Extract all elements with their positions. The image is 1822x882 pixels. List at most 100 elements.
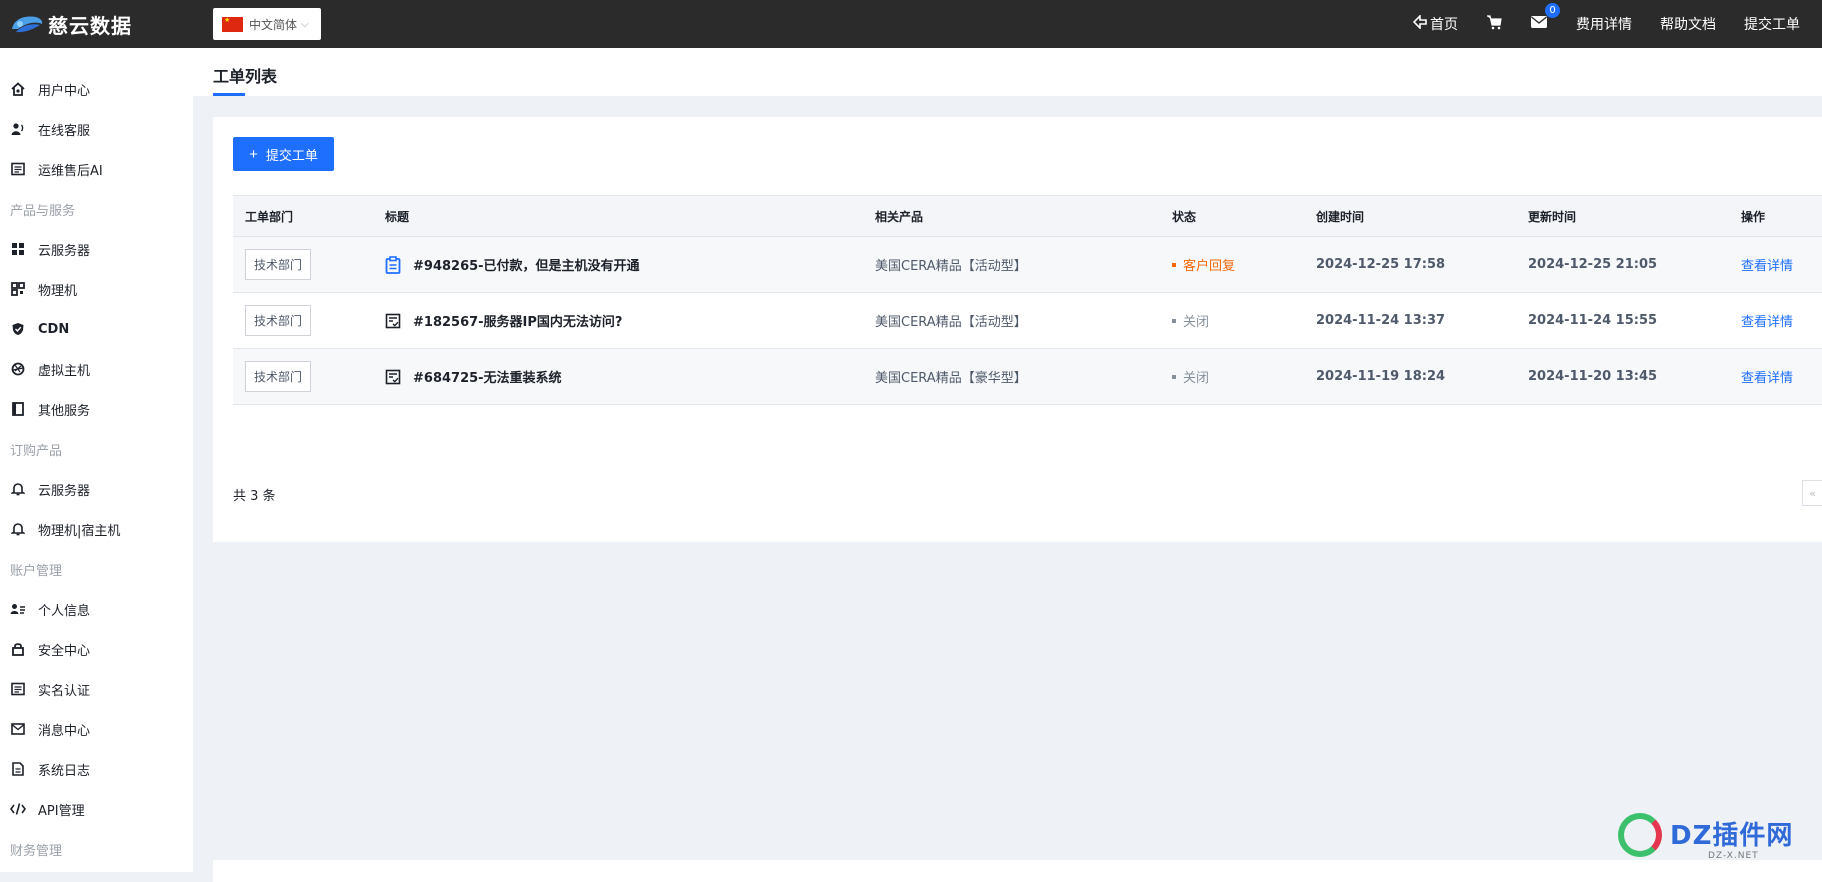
sidebar-item-label: API管理 <box>38 803 85 819</box>
sidebar-item-cdn[interactable]: CDN <box>0 309 193 349</box>
column-header-action: 操作 <box>1740 195 1822 237</box>
language-selector[interactable]: 中文简体 ⌵ <box>213 8 321 40</box>
grid-icon <box>10 241 26 257</box>
sidebar-item-label: 系统日志 <box>38 763 91 779</box>
id-card-icon <box>10 681 26 697</box>
table-row[interactable]: 技术部门 #684725-无法重装系统 美国CERA精品【豪华型】 关闭 202… <box>233 348 1822 405</box>
nav-home[interactable]: 首页 <box>1412 14 1458 34</box>
book-icon <box>10 401 26 417</box>
column-header-dept: 工单部门 <box>233 195 384 237</box>
sidebar-item-ops-ai[interactable]: 运维售后AI <box>0 149 193 189</box>
nav-help[interactable]: 帮助文档 <box>1660 14 1716 34</box>
chevron-down-icon: ⌵ <box>301 18 309 30</box>
user-card-icon <box>10 601 26 617</box>
sidebar-item-cloud-server[interactable]: 云服务器 <box>0 229 193 269</box>
sidebar-item-label: 虚拟主机 <box>38 363 91 379</box>
sidebar-item-api[interactable]: API管理 <box>0 789 193 829</box>
mail-icon <box>1530 15 1548 33</box>
ticket-title[interactable]: #684725-无法重装系统 <box>385 367 873 386</box>
nav-submit-ticket[interactable]: 提交工单 <box>1744 14 1800 34</box>
shield-icon <box>10 321 26 337</box>
checklist-icon <box>385 368 403 386</box>
nav-help-label: 帮助文档 <box>1660 17 1716 33</box>
page-title[interactable]: 工单列表 <box>213 63 277 87</box>
table-row[interactable]: 技术部门 #182567-服务器IP国内无法访问? 美国CERA精品【活动型】 … <box>233 292 1822 349</box>
sidebar-item-order-physical-host[interactable]: 物理机|宿主机 <box>0 509 193 549</box>
language-label: 中文简体 <box>249 17 298 32</box>
support-icon <box>10 121 26 137</box>
mail-icon <box>10 721 26 737</box>
total-count: 共 3 条 <box>233 489 276 504</box>
sidebar-item-other-services[interactable]: 其他服务 <box>0 389 193 429</box>
view-details-link[interactable]: 查看详情 <box>1741 371 1793 386</box>
sidebar-item-user-center[interactable]: 用户中心 <box>0 69 193 109</box>
nav-billing[interactable]: 费用详情 <box>1576 14 1632 34</box>
watermark: DZ插件网 DZ-X.NET <box>1608 807 1808 867</box>
sidebar-group-finance: 财务管理 <box>10 843 63 859</box>
cart-icon <box>1486 14 1502 34</box>
footer-panel <box>213 860 1822 882</box>
ticket-title[interactable]: #948265-已付款，但是主机没有开通 <box>385 255 873 274</box>
ticket-panel: + 提交工单 工单部门 标题 相关产品 状态 创建时间 更新时间 操作 技术部门… <box>213 117 1822 542</box>
document-icon <box>10 161 26 177</box>
sidebar-item-label: 物理机|宿主机 <box>38 523 121 539</box>
sidebar-group-account: 账户管理 <box>10 563 63 579</box>
ticket-title-text: #684725-无法重装系统 <box>413 371 562 386</box>
nav-billing-label: 费用详情 <box>1576 17 1632 33</box>
messages-button[interactable]: 0 <box>1530 3 1560 33</box>
product-name: 美国CERA精品【豪华型】 <box>875 371 1027 386</box>
sidebar-item-security[interactable]: 安全中心 <box>0 629 193 669</box>
sidebar-item-order-cloud-server[interactable]: 云服务器 <box>0 469 193 509</box>
dept-tag: 技术部门 <box>245 305 312 336</box>
view-details-link[interactable]: 查看详情 <box>1741 315 1793 330</box>
watermark-logo-icon <box>1618 813 1662 857</box>
sidebar-item-profile[interactable]: 个人信息 <box>0 589 193 629</box>
ticket-title-text: #182567-服务器IP国内无法访问? <box>413 315 623 330</box>
status-badge: 关闭 <box>1172 311 1314 330</box>
sidebar-item-online-support[interactable]: 在线客服 <box>0 109 193 149</box>
checklist-icon <box>385 312 403 330</box>
code-icon <box>10 801 26 817</box>
plus-icon: + <box>249 145 258 163</box>
sidebar-item-label: 运维售后AI <box>38 163 103 179</box>
sidebar-item-messages[interactable]: 消息中心 <box>0 709 193 749</box>
cart-button[interactable] <box>1486 14 1502 34</box>
column-header-updated: 更新时间 <box>1527 195 1740 237</box>
status-text: 客户回复 <box>1183 259 1236 274</box>
status-dot <box>1172 318 1176 323</box>
ticket-title[interactable]: #182567-服务器IP国内无法访问? <box>385 311 873 330</box>
cloud-logo-icon <box>10 13 44 35</box>
sidebar-item-label: 个人信息 <box>38 603 91 619</box>
product-name: 美国CERA精品【活动型】 <box>875 315 1027 330</box>
sidebar-item-verification[interactable]: 实名认证 <box>0 669 193 709</box>
top-nav: 首页 0 费用详情 帮助文档 提交工单 <box>1385 0 1800 48</box>
top-bar: 慈云数据 中文简体 ⌵ 首页 0 费用详情 帮助文档 提交工单 <box>0 0 1822 48</box>
sidebar-item-virtual-host[interactable]: 虚拟主机 <box>0 349 193 389</box>
sidebar-item-label: 其他服务 <box>38 403 91 419</box>
status-dot <box>1172 374 1176 379</box>
table-row[interactable]: 技术部门 #948265-已付款，但是主机没有开通 美国CERA精品【活动型】 … <box>233 236 1822 293</box>
sidebar-item-system-log[interactable]: 系统日志 <box>0 749 193 789</box>
dept-tag: 技术部门 <box>245 361 312 392</box>
arrow-left-icon <box>1412 14 1427 33</box>
updated-time: 2024-11-24 15:55 <box>1528 313 1658 328</box>
view-details-link[interactable]: 查看详情 <box>1741 259 1793 274</box>
product-name: 美国CERA精品【活动型】 <box>875 259 1027 274</box>
submit-ticket-button[interactable]: + 提交工单 <box>233 137 334 171</box>
sidebar-item-physical-machine[interactable]: 物理机 <box>0 269 193 309</box>
column-header-title: 标题 <box>384 195 874 237</box>
sidebar-item-label: 物理机 <box>38 283 78 299</box>
sidebar-item-label: 实名认证 <box>38 683 91 699</box>
brand-logo[interactable]: 慈云数据 <box>0 0 193 48</box>
sidebar-item-label: 云服务器 <box>38 243 91 259</box>
sidebar-item-label: 云服务器 <box>38 483 91 499</box>
watermark-title: DZ插件网 <box>1670 821 1794 851</box>
submit-ticket-label: 提交工单 <box>265 147 318 163</box>
created-time: 2024-11-24 13:37 <box>1316 313 1446 328</box>
china-flag-icon <box>222 16 243 32</box>
nav-submit-ticket-label: 提交工单 <box>1744 17 1800 33</box>
home-icon <box>10 81 26 97</box>
pager-prev-button[interactable]: « <box>1802 480 1822 506</box>
dept-tag: 技术部门 <box>245 249 312 280</box>
updated-time: 2024-11-20 13:45 <box>1528 369 1658 384</box>
